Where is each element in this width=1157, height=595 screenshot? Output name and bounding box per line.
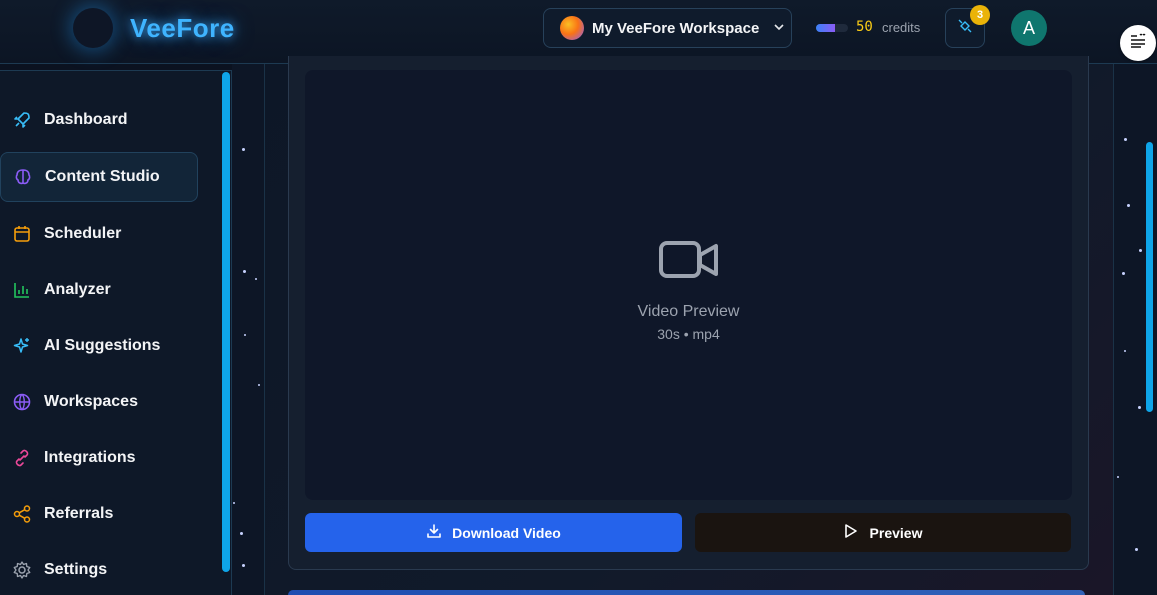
sidebar-item-label: Workspaces (44, 393, 138, 410)
logo-icon[interactable] (73, 8, 113, 48)
sidebar-item-dashboard[interactable]: Dashboard (0, 95, 198, 145)
star-decoration (1135, 548, 1138, 551)
sidebar-item-integrations[interactable]: Integrations (0, 433, 198, 483)
credits-progress-fill (816, 24, 836, 32)
calendar-icon (12, 224, 32, 244)
sidebar-item-referrals[interactable]: Referrals (0, 489, 198, 539)
sidebar-item-label: Dashboard (44, 111, 128, 128)
rocket-icon (12, 110, 32, 130)
sidebar-item-settings[interactable]: Settings (0, 545, 198, 595)
star-decoration (1122, 272, 1125, 275)
brain-icon (13, 167, 33, 187)
sidebar-item-label: Content Studio (45, 168, 160, 185)
star-decoration (1138, 406, 1141, 409)
sidebar-scrollbar[interactable] (222, 72, 230, 572)
star-decoration (242, 564, 245, 567)
download-video-button[interactable]: Download Video (305, 513, 682, 552)
next-card-edge (288, 590, 1085, 595)
star-decoration (258, 384, 260, 386)
workspace-name: My VeeFore Workspace (592, 19, 760, 37)
workspace-selector[interactable]: My VeeFore Workspace (543, 8, 792, 48)
brand-logo-text[interactable]: VeeFore (130, 13, 235, 44)
sidebar-item-workspaces[interactable]: Workspaces (0, 377, 198, 427)
credits-progress-bar (816, 24, 848, 32)
star-decoration (240, 532, 243, 535)
star-decoration (1124, 138, 1127, 141)
sparkles-icon (12, 336, 32, 356)
workspace-avatar (560, 16, 584, 40)
main-scrollbar[interactable] (1146, 142, 1153, 412)
text-lines-icon (1129, 33, 1147, 54)
star-decoration (1124, 350, 1126, 352)
star-decoration (244, 334, 246, 336)
sidebar-item-scheduler[interactable]: Scheduler (0, 209, 198, 259)
chevron-down-icon (773, 21, 785, 36)
video-preview-area[interactable] (305, 70, 1072, 500)
preview-label: Preview (869, 524, 923, 541)
video-camera-icon (658, 238, 720, 282)
reader-tool-button[interactable] (1120, 25, 1156, 61)
star-decoration (255, 278, 257, 280)
download-icon (426, 523, 442, 542)
notification-badge: 3 (970, 5, 990, 25)
left-gutter (232, 64, 265, 595)
top-bar: VeeFore My VeeFore Workspace 50 credits … (0, 0, 1157, 64)
sidebar-item-ai-suggestions[interactable]: AI Suggestions (0, 321, 198, 371)
star-decoration (242, 148, 245, 151)
credits-count: 50 (856, 19, 873, 35)
video-meta: 30s • mp4 (657, 326, 720, 342)
sidebar-item-label: Scheduler (44, 225, 122, 242)
star-decoration (1127, 204, 1130, 207)
share-icon (12, 504, 32, 524)
sidebar-item-analyzer[interactable]: Analyzer (0, 265, 198, 315)
sidebar-item-content-studio[interactable]: Content Studio (0, 152, 198, 202)
sidebar-item-label: Analyzer (44, 281, 111, 298)
sidebar-item-label: Referrals (44, 505, 114, 522)
globe-icon (12, 392, 32, 412)
star-decoration (233, 502, 235, 504)
download-video-label: Download Video (452, 524, 561, 541)
sidebar-item-label: Settings (44, 561, 108, 578)
bar-chart-icon (12, 280, 32, 300)
preview-button[interactable]: Preview (695, 513, 1071, 552)
star-decoration (1117, 476, 1119, 478)
sidebar-item-label: Integrations (44, 449, 136, 466)
gear-icon (12, 560, 32, 580)
star-decoration (243, 270, 246, 273)
credits-label: credits (882, 20, 921, 35)
star-decoration (1139, 249, 1142, 252)
video-preview-title: Video Preview (637, 303, 740, 320)
notifications-button[interactable]: 3 (945, 5, 990, 48)
sidebar-item-label: AI Suggestions (44, 337, 161, 354)
user-avatar[interactable]: A (1011, 10, 1047, 46)
link-icon (12, 448, 32, 468)
play-icon (844, 523, 858, 542)
satellite-icon (957, 18, 973, 39)
